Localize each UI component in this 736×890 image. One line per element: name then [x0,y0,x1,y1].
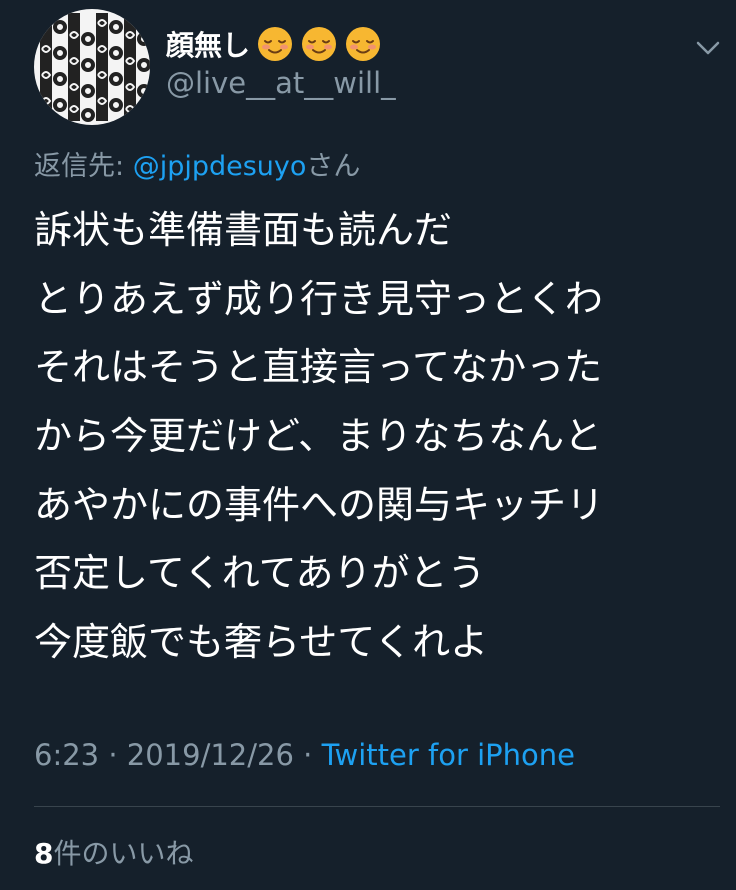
tweet-text: 訴状も準備書面も読んだ とりあえず成り行き見守っとくわ それはそうと直接言ってな… [34,196,724,677]
tweet-date[interactable]: 2019/12/26 [127,738,294,772]
smiling-face-icon [344,25,382,63]
display-name: 顔無し [166,29,251,62]
reply-to-suffix: さん [306,151,361,182]
meta-separator: · [293,738,322,772]
user-handle[interactable]: @live__at__will_ [166,66,396,100]
tweet-text-line: それはそうと直接言ってなかった [34,345,603,390]
meta-separator: · [99,738,127,772]
tweet-text-line: 今度飯でも奢らせてくれよ [34,620,489,665]
tweet-meta: 6:23 · 2019/12/26 · Twitter for iPhone [34,738,575,772]
tweet-text-line: から今更だけど、まりなちなんと [34,414,603,459]
likes-label: 件のいいね [53,837,194,870]
display-name-row[interactable]: 顔無し [166,24,382,64]
tweet-text-line: 訴状も準備書面も読んだ [34,208,453,252]
tweet-text-line: とりあえず成り行き見守っとくわ [34,276,603,321]
reply-to-mention[interactable]: @jpjpdesuyo [133,151,307,182]
smiling-face-icon [300,25,338,63]
avatar[interactable] [34,9,150,125]
likes-count: 8 [34,837,54,870]
reply-to-line: 返信先: @jpjpdesuyoさん [34,144,360,183]
chevron-down-icon[interactable] [693,36,723,60]
divider [34,806,720,807]
reply-to-prefix: 返信先: [34,151,133,182]
likes-link[interactable]: 8件のいいね [34,832,194,872]
smiling-face-icon [256,25,294,63]
tweet-source[interactable]: Twitter for iPhone [322,738,575,772]
tweet-text-line: 否定してくれてありがとう [34,551,486,596]
tweet-text-line: あやかにの事件への関与キッチリ [34,482,605,527]
tweet-time: 6:23 [34,738,100,772]
